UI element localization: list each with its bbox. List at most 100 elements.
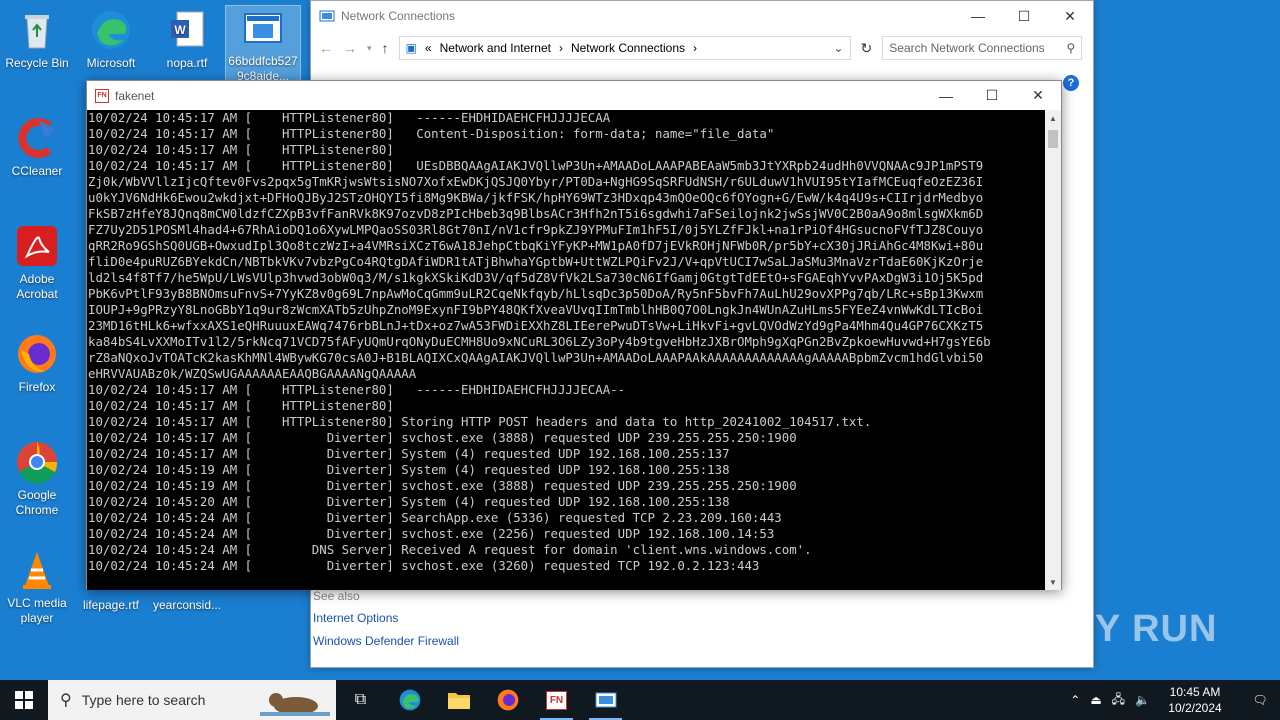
address-dropdown-icon[interactable]: ⌄ — [833, 41, 843, 55]
taskbar-edge[interactable] — [385, 680, 434, 720]
minimize-button[interactable]: — — [955, 1, 1001, 31]
desktop-icon-66bddfcb[interactable]: 66bddfcb5279c8aide... — [225, 5, 301, 87]
edge-icon — [89, 8, 133, 52]
console-line: 10/02/24 10:45:17 AM [ HTTPListener80] — [88, 142, 394, 157]
console-line: 23MD16tHLk6+wfxxAXS1eQHRuuuxEAWq7476rbBL… — [88, 318, 984, 333]
notification-center-button[interactable]: 🗨 — [1240, 693, 1280, 707]
system-tray: ⌃ ⏏ 🖧 🔈 10:45 AM 10/2/2024 🗨 — [1070, 680, 1280, 720]
console-line: qRR2Ro9GShSQ0UGB+OwxudIpl3Qo8tczWzI+a4VM… — [88, 238, 984, 253]
desktop-icon-vlc[interactable]: VLC media player — [0, 548, 74, 626]
refresh-icon[interactable]: ↻ — [861, 40, 873, 57]
windows-defender-firewall-link[interactable]: Windows Defender Firewall — [313, 634, 459, 648]
console-line: rZ8aNQxoJvTOATcK2kasKhMNl4WBywKG70csA0J+… — [88, 350, 984, 365]
desktop-icon-edge[interactable]: Microsoft Edge — [74, 8, 148, 71]
console-line: ka84bS4LvXXMoITv1l2/5rkNcq71VCD75fAFyUQm… — [88, 334, 991, 349]
desktop-icon-label: CCleaner — [11, 164, 63, 178]
chevron-up-icon[interactable]: ⌃ — [1070, 693, 1080, 707]
breadcrumb-network-connections[interactable]: Network Connections — [571, 41, 685, 55]
maximize-button[interactable]: ☐ — [969, 81, 1015, 111]
desktop-icon-lifepage[interactable]: lifepage.rtf — [74, 598, 148, 613]
control-panel-icon: ▣ — [405, 41, 417, 55]
window-title: Network Connections — [341, 9, 456, 23]
close-button[interactable]: ✕ — [1047, 1, 1093, 31]
console-line: 10/02/24 10:45:24 AM [ Diverter] svchost… — [88, 526, 775, 541]
recycle-bin-icon — [15, 8, 59, 52]
close-button[interactable]: ✕ — [1015, 81, 1061, 111]
network-icon[interactable]: 🖧 — [1112, 690, 1125, 711]
address-bar[interactable]: ▣ « Network and Internet › Network Conne… — [398, 36, 851, 60]
desktop-icon-acrobat[interactable]: Adobe Acrobat — [0, 224, 74, 302]
desktop-icon-chrome[interactable]: Google Chrome — [0, 440, 74, 518]
notification-icon: 🗨 — [1252, 693, 1268, 707]
clock[interactable]: 10:45 AM 10/2/2024 — [1160, 684, 1230, 716]
console-line: eHRVVAUABz0k/WZQSwUGAAAAAAEAAQBGAAAANgQA… — [88, 366, 417, 381]
console-line: 10/02/24 10:45:24 AM [ Diverter] SearchA… — [88, 510, 782, 525]
console-output[interactable]: 10/02/24 10:45:17 AM [ HTTPListener80] -… — [87, 110, 1047, 590]
forward-arrow-icon[interactable]: → — [343, 40, 357, 56]
breadcrumb-network-internet[interactable]: Network and Internet — [440, 41, 551, 55]
console-line: FZ7Uy2D51POSMl4had4+67RhAioDQ1o6XywLMPQa… — [88, 222, 984, 237]
desktop-icon-label: Recycle Bin — [5, 56, 69, 70]
scroll-up-icon[interactable]: ▲ — [1045, 110, 1061, 126]
desktop-icon-label: Google Chrome — [15, 488, 59, 517]
search-highlight-image — [260, 693, 330, 716]
console-line: IOUPJ+9gPRzyY8LnoGBbY1q9ur8zWcmXATb5zUhp… — [88, 302, 984, 317]
network-folder-icon — [595, 692, 616, 708]
fakenet-console-window[interactable]: FN fakenet — ☐ ✕ 10/02/24 10:45:17 AM [ … — [86, 80, 1062, 590]
firefox-icon — [497, 689, 518, 711]
scroll-down-icon[interactable]: ▼ — [1045, 574, 1061, 590]
desktop-icon-label: yearconsid... — [152, 598, 222, 612]
desktop-icon-ccleaner[interactable]: CCleaner — [0, 116, 74, 179]
folder-icon — [447, 693, 470, 709]
help-icon[interactable]: ? — [1063, 75, 1079, 91]
desktop-icon-label: lifepage.rtf — [82, 598, 140, 612]
start-button[interactable] — [0, 680, 48, 720]
taskbar-search-box[interactable]: ⚲ Type here to search — [48, 680, 336, 720]
console-line: 10/02/24 10:45:19 AM [ Diverter] System … — [88, 462, 730, 477]
chrome-icon — [15, 440, 59, 484]
clock-time: 10:45 AM — [1169, 685, 1221, 699]
console-line: 10/02/24 10:45:24 AM [ DNS Server] Recei… — [88, 542, 812, 557]
console-line: ld2ls4f8Tf7/he5WpU/LWsVUlp3hvwd3obW0q3/M… — [88, 270, 984, 285]
volume-icon[interactable]: 🔈 — [1135, 693, 1150, 707]
search-network-connections-input[interactable]: Search Network Connections ⚲ — [882, 36, 1083, 60]
chevron-down-icon[interactable]: ▾ — [367, 43, 372, 54]
breadcrumb-overflow[interactable]: « — [425, 41, 432, 55]
taskbar-file-explorer[interactable] — [434, 680, 483, 720]
desktop-icon-label: VLC media player — [7, 596, 67, 625]
word-doc-icon: W — [165, 8, 209, 52]
usb-device-icon[interactable]: ⏏ — [1090, 693, 1101, 707]
taskbar-fakenet[interactable]: FN — [532, 680, 581, 720]
desktop-icon-nopa[interactable]: W nopa.rtf — [150, 8, 224, 71]
minimize-button[interactable]: — — [923, 81, 969, 111]
console-line: 10/02/24 10:45:20 AM [ Diverter] System … — [88, 494, 730, 509]
vlc-icon — [15, 548, 59, 592]
desktop-icon-recycle-bin[interactable]: Recycle Bin — [0, 8, 74, 71]
task-view-button[interactable]: ⧉ — [336, 680, 385, 720]
console-line: 10/02/24 10:45:17 AM [ HTTPListener80] S… — [88, 414, 872, 429]
desktop-icon-firefox[interactable]: Firefox — [0, 332, 74, 395]
explorer-titlebar[interactable]: Network Connections — ☐ ✕ — [311, 1, 1093, 31]
breadcrumb-separator-icon: › — [558, 41, 563, 55]
desktop-icon-label: Firefox — [18, 380, 56, 394]
svg-text:W: W — [174, 23, 186, 37]
back-arrow-icon[interactable]: ← — [319, 40, 333, 56]
internet-options-link[interactable]: Internet Options — [313, 611, 398, 625]
maximize-button[interactable]: ☐ — [1001, 1, 1047, 31]
console-scrollbar[interactable]: ▲ ▼ — [1045, 110, 1061, 590]
desktop-icon-label: nopa.rtf — [166, 56, 208, 70]
console-line: 10/02/24 10:45:19 AM [ Diverter] svchost… — [88, 478, 797, 493]
console-line: 10/02/24 10:45:17 AM [ HTTPListener80] -… — [88, 110, 611, 125]
taskbar-network-connections[interactable] — [581, 680, 630, 720]
search-icon: ⚲ — [60, 692, 72, 709]
desktop-icon-yearconsid[interactable]: yearconsid... — [150, 598, 224, 613]
console-line: 10/02/24 10:45:17 AM [ HTTPListener80] — [88, 398, 394, 413]
taskbar-search-placeholder: Type here to search — [81, 692, 206, 708]
anyrun-watermark: ANY RUN — [1038, 608, 1217, 651]
up-arrow-icon[interactable]: ↑ — [382, 40, 389, 56]
console-titlebar[interactable]: FN fakenet — ☐ ✕ — [87, 81, 1061, 110]
taskbar-firefox[interactable] — [483, 680, 532, 720]
console-line: u0kYJV6NdHk6Ewou2wkdjxt+DFHoQJByJ2STzOHQ… — [88, 190, 984, 205]
console-line: 10/02/24 10:45:24 AM [ Diverter] svchost… — [88, 558, 760, 573]
scroll-thumb[interactable] — [1048, 130, 1058, 148]
